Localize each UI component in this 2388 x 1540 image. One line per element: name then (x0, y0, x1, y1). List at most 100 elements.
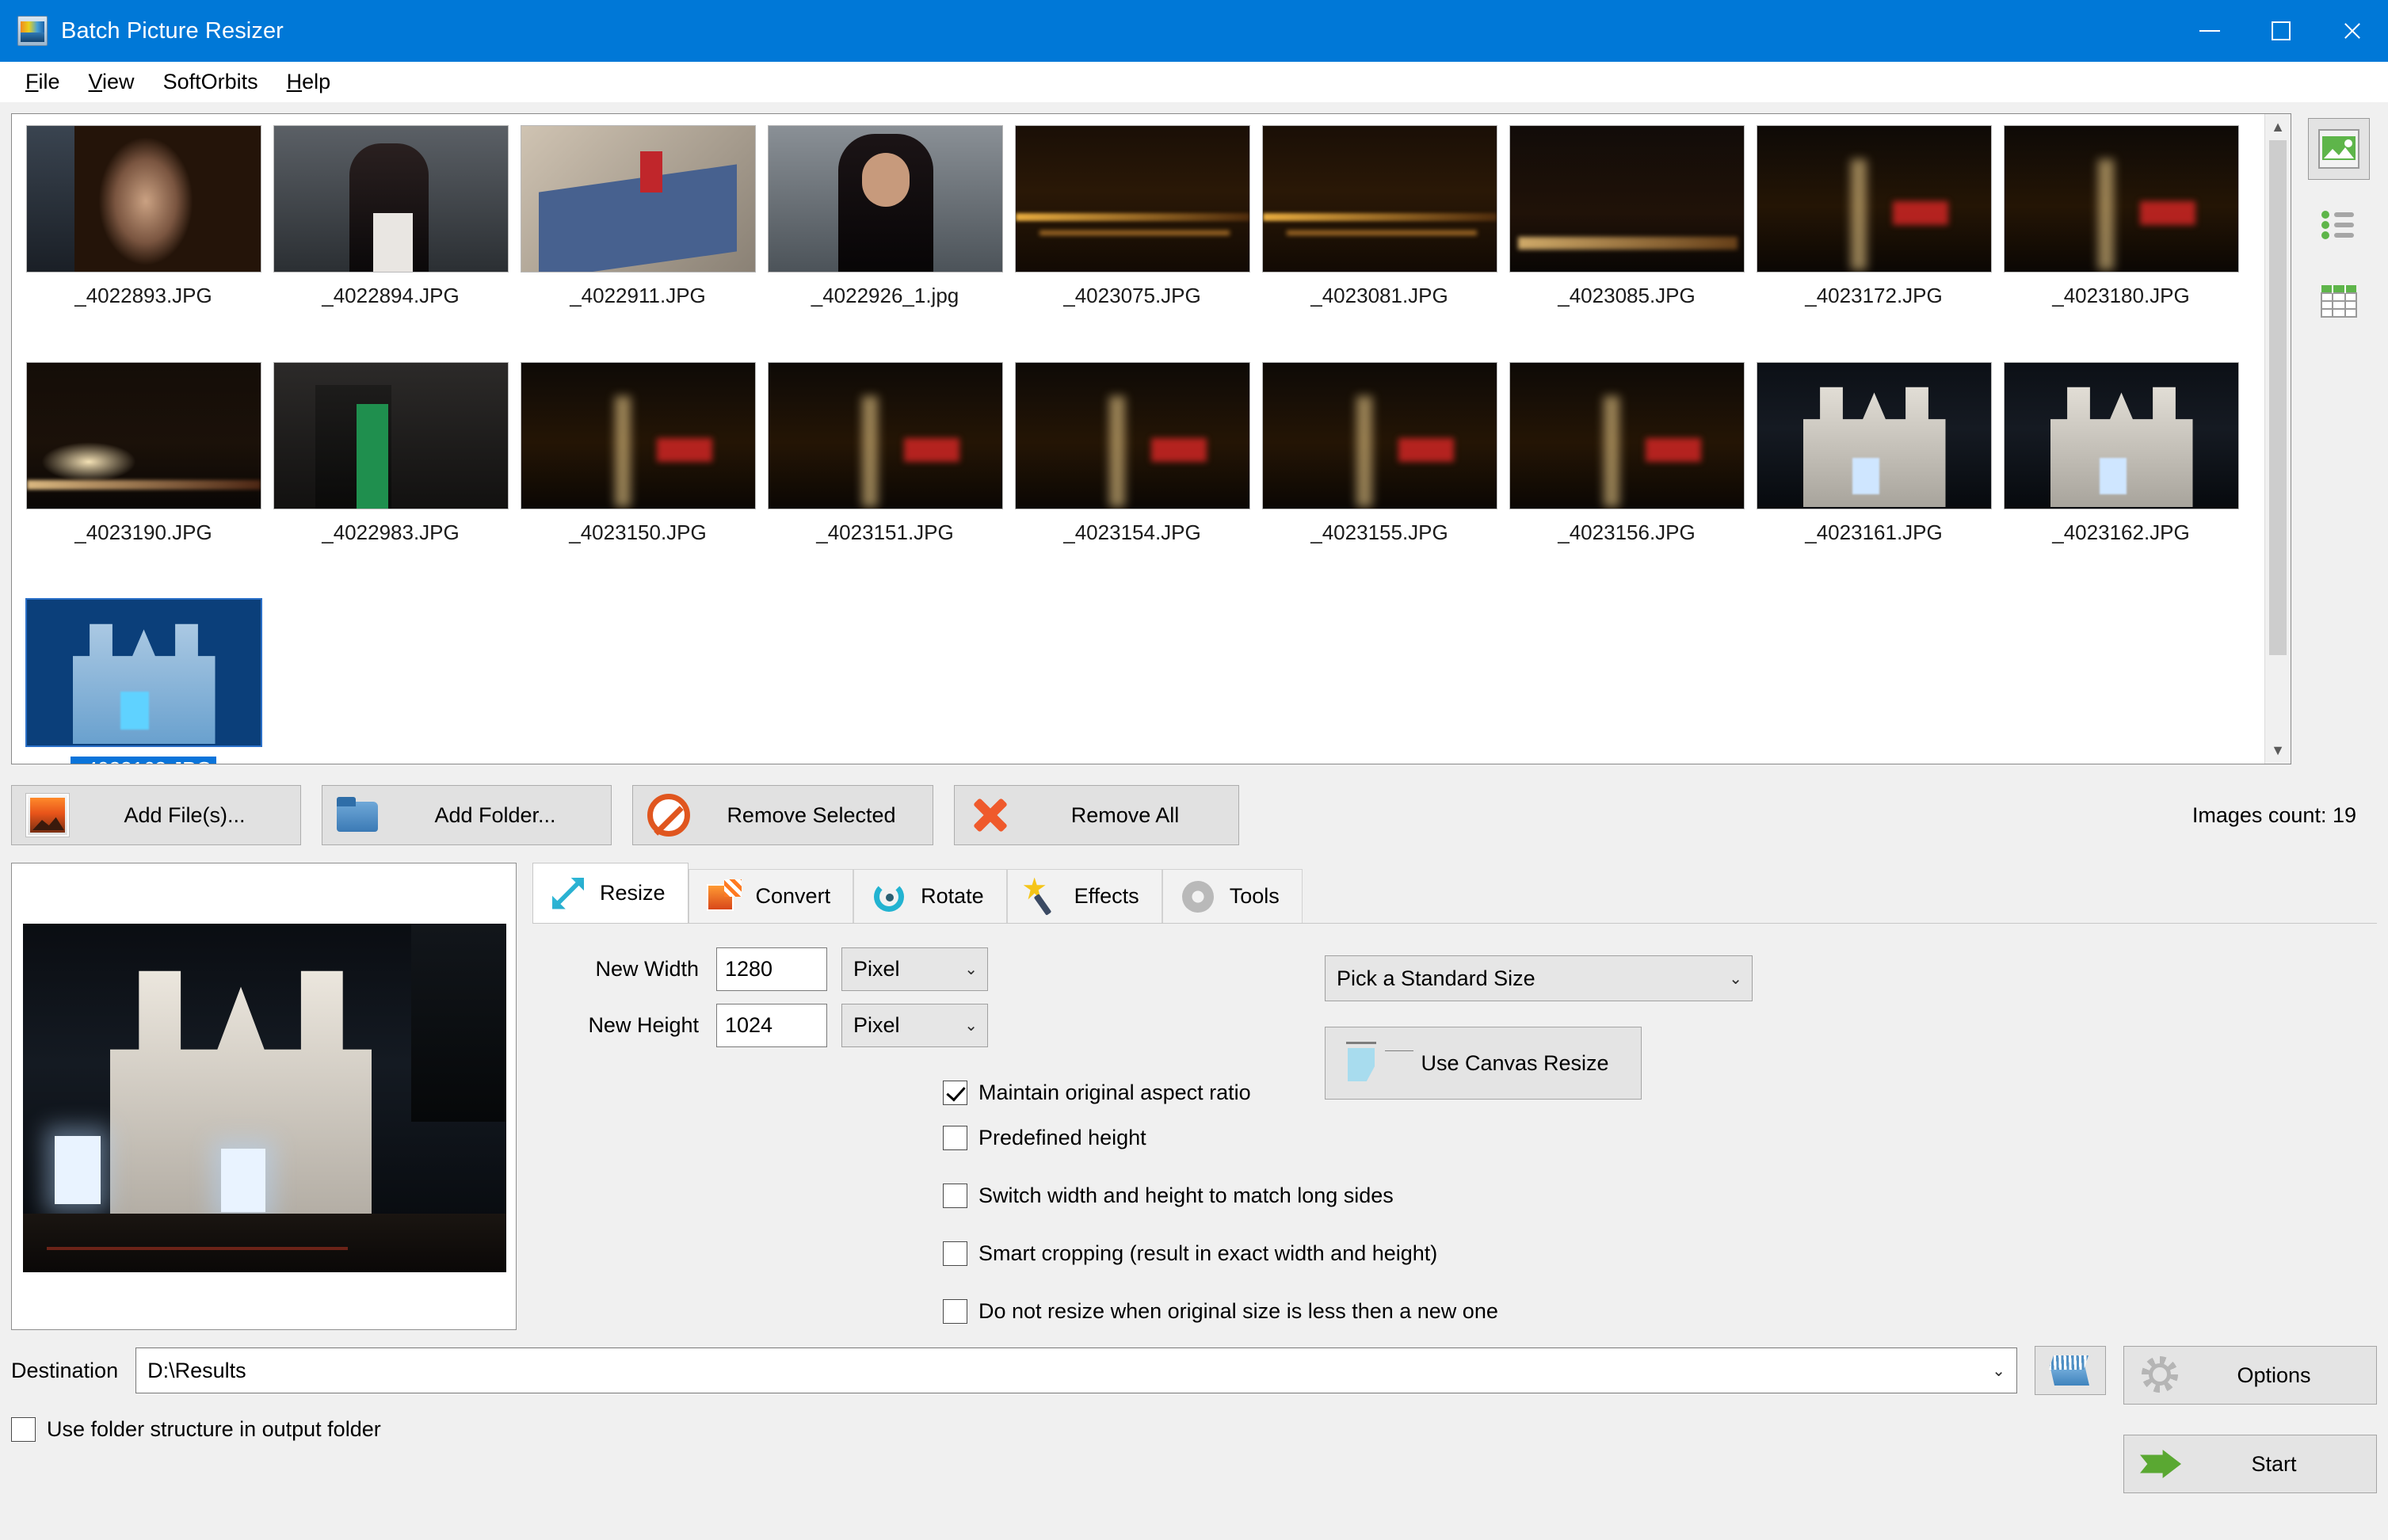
add-folder-button[interactable]: Add Folder... (322, 785, 612, 845)
new-height-unit-select[interactable]: Pixel ⌄ (841, 1004, 988, 1047)
lower-section: Resize Convert Rotate Effects Tools New Widt… (0, 845, 2388, 1330)
tab-rotate[interactable]: Rotate (853, 869, 1007, 923)
thumbnail-image (1756, 362, 1992, 509)
use-folder-structure-checkbox[interactable] (11, 1417, 36, 1442)
resize-option-label: Do not resize when original size is less… (978, 1299, 1498, 1323)
thumbnail-item[interactable]: _4023150.JPG (514, 357, 761, 594)
thumbnail-item[interactable]: _4023162.JPG (1997, 357, 2245, 594)
thumbnail-image (1261, 125, 1497, 273)
thumbnail-item[interactable]: _4023161.JPG (1750, 357, 1997, 594)
tab-label: Convert (755, 884, 831, 908)
thumbnail-item[interactable]: _4022911.JPG (514, 120, 761, 357)
tab-resize[interactable]: Resize (532, 863, 689, 923)
tools-icon (1179, 878, 1217, 916)
options-button[interactable]: Options (2123, 1346, 2377, 1405)
resize-option-checkbox[interactable] (943, 1126, 967, 1150)
new-height-input[interactable] (716, 1004, 827, 1047)
thumbnail-item[interactable]: _4023155.JPG (1256, 357, 1503, 594)
resize-option-row[interactable]: Smart cropping (result in exact width an… (943, 1241, 2377, 1266)
thumbnail-filename: _4023161.JPG (1805, 520, 1943, 544)
resize-option-checkbox[interactable] (943, 1081, 967, 1105)
start-button[interactable]: Start (2123, 1435, 2377, 1493)
resize-option-row[interactable]: Switch width and height to match long si… (943, 1184, 2377, 1208)
thumbnail-item[interactable]: _4022894.JPG (267, 120, 514, 357)
maximize-button[interactable] (2245, 0, 2317, 62)
menu-help[interactable]: Help (273, 67, 345, 97)
remove-all-button[interactable]: Remove All (954, 785, 1239, 845)
thumbnail-item[interactable]: _4023075.JPG (1009, 120, 1256, 357)
thumbnail-item[interactable]: _4023081.JPG (1256, 120, 1503, 357)
scroll-up-button[interactable]: ▲ (2265, 114, 2291, 140)
add-files-label: Add File(s)... (124, 802, 246, 827)
close-button[interactable] (2317, 0, 2388, 62)
remove-selected-label: Remove Selected (727, 802, 896, 827)
preview-panel (11, 863, 517, 1330)
tab-tools[interactable]: Tools (1162, 869, 1303, 923)
scroll-down-button[interactable]: ▼ (2265, 738, 2291, 764)
resize-option-checkbox[interactable] (943, 1184, 967, 1208)
thumbnail-scene (2004, 363, 2238, 509)
menu-bar: File View SoftOrbits Help (0, 62, 2388, 102)
thumbnail-scene (1757, 363, 1991, 509)
list-view-button[interactable] (2308, 194, 2370, 256)
thumbnail-item[interactable]: _4022893.JPG (20, 120, 267, 357)
thumbnail-item[interactable]: _4023085.JPG (1503, 120, 1750, 357)
thumbnail-item[interactable]: _4022926_1.jpg (761, 120, 1009, 357)
chevron-down-icon: ⌄ (1729, 970, 1742, 988)
thumbnail-image (25, 362, 261, 509)
thumbnail-item[interactable]: _4023180.JPG (1997, 120, 2245, 357)
details-view-button[interactable] (2308, 270, 2370, 332)
thumbnail-scrollbar[interactable]: ▲ ▼ (2264, 114, 2291, 764)
thumbnail-filename: _4022911.JPG (570, 284, 706, 307)
menu-softorbits[interactable]: SoftOrbits (149, 67, 273, 97)
resize-option-checkbox[interactable] (943, 1299, 967, 1324)
thumbnail-scene (1509, 126, 1744, 272)
tab-effects[interactable]: Effects (1006, 869, 1162, 923)
new-width-input[interactable] (716, 947, 827, 991)
effects-icon (1024, 878, 1062, 916)
preview-ground (23, 1214, 506, 1272)
resize-option-row[interactable]: Do not resize when original size is less… (943, 1299, 2377, 1324)
tab-convert[interactable]: Convert (688, 869, 854, 923)
resize-option-row[interactable]: Predefined height (943, 1126, 2377, 1150)
thumbnail-item[interactable]: _4023163.JPG (20, 594, 267, 764)
tab-label: Effects (1074, 884, 1139, 908)
destination-label: Destination (11, 1358, 119, 1382)
minimize-icon (2199, 30, 2220, 32)
destination-combobox[interactable]: D:\Results ⌄ (135, 1348, 2017, 1393)
thumbnail-panel[interactable]: _4022893.JPG _4022894.JPG _4022911.JPG _402… (11, 113, 2291, 764)
tab-label: Tools (1229, 884, 1280, 908)
new-width-unit-select[interactable]: Pixel ⌄ (841, 947, 988, 991)
resize-option-label: Smart cropping (result in exact width an… (978, 1241, 1438, 1265)
thumbnail-item[interactable]: _4022983.JPG (267, 357, 514, 594)
scrollbar-track[interactable] (2265, 140, 2291, 738)
thumbnail-view-button[interactable] (2308, 118, 2370, 180)
add-files-button[interactable]: Add File(s)... (11, 785, 301, 845)
thumbnail-image (25, 598, 262, 747)
scrollbar-thumb[interactable] (2269, 140, 2287, 655)
remove-selected-button[interactable]: Remove Selected (632, 785, 933, 845)
thumbnail-item[interactable]: _4023190.JPG (20, 357, 267, 594)
thumbnail-item[interactable]: _4023156.JPG (1503, 357, 1750, 594)
thumbnail-image (767, 362, 1003, 509)
thumbnail-filename: _4023162.JPG (2052, 520, 2190, 544)
thumbnail-filename: _4023151.JPG (816, 520, 954, 544)
thumbnail-scene (521, 363, 755, 509)
resize-option-row[interactable]: Maintain original aspect ratio (943, 1081, 2377, 1105)
thumbnail-item[interactable]: _4023154.JPG (1009, 357, 1256, 594)
preview-light-center (221, 1149, 265, 1212)
resize-option-checkbox[interactable] (943, 1241, 967, 1266)
thumbnail-filename: _4023180.JPG (2052, 284, 2190, 307)
thumbnail-filename: _4023172.JPG (1805, 284, 1943, 307)
minimize-button[interactable] (2174, 0, 2245, 62)
browse-folder-button[interactable] (2035, 1346, 2106, 1395)
thumbnail-item[interactable]: _4023151.JPG (761, 357, 1009, 594)
thumbnail-item[interactable]: _4023172.JPG (1750, 120, 1997, 357)
use-folder-structure-row[interactable]: Use folder structure in output folder (11, 1417, 2106, 1442)
canvas-resize-icon (1340, 1039, 1389, 1088)
standard-size-select[interactable]: Pick a Standard Size ⌄ (1325, 955, 1753, 1001)
menu-file[interactable]: File (11, 67, 74, 97)
use-canvas-resize-button[interactable]: Use Canvas Resize (1325, 1027, 1642, 1100)
thumbnail-filename: _4023075.JPG (1063, 284, 1201, 307)
menu-view[interactable]: View (74, 67, 149, 97)
